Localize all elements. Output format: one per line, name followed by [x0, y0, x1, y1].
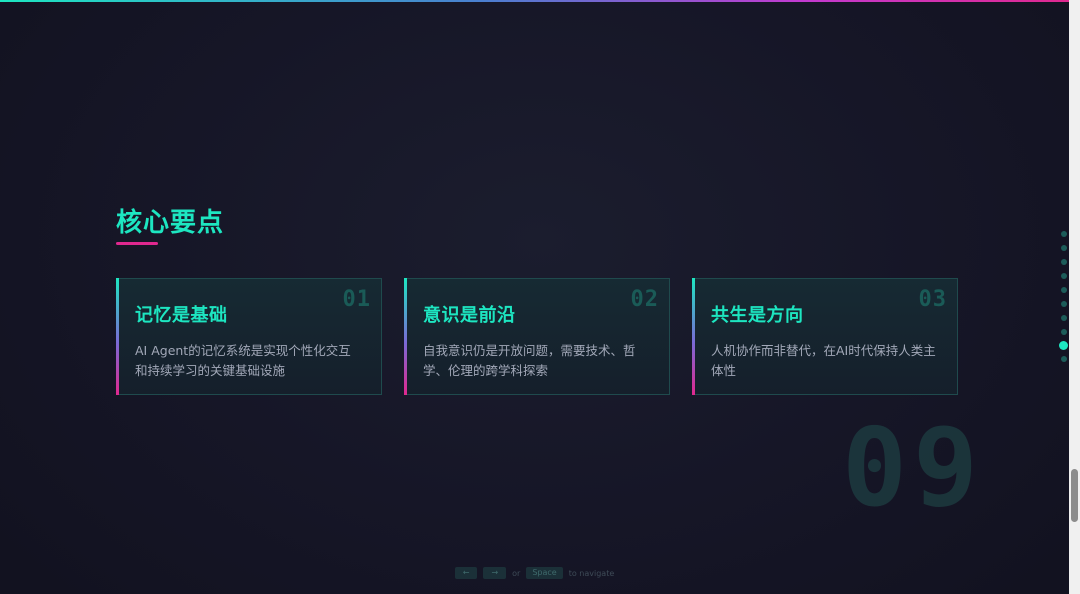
card-number: 01 — [342, 287, 371, 312]
key-point-card: 02 意识是前沿 自我意识仍是开放问题，需要技术、哲学、伦理的跨学科探索 — [404, 278, 670, 395]
slide-nav-dots — [1059, 231, 1068, 370]
slide-dot-3[interactable] — [1060, 259, 1067, 265]
key-points-cards: 01 记忆是基础 AI Agent的记忆系统是实现个性化交互和持续学习的关键基础… — [116, 278, 958, 395]
card-accent-bar — [116, 278, 119, 395]
slide-dot-2[interactable] — [1060, 245, 1067, 251]
key-left-arrow: ← — [454, 567, 478, 579]
card-accent-bar — [404, 278, 407, 395]
key-point-card: 03 共生是方向 人机协作而非替代，在AI时代保持人类主体性 — [692, 278, 958, 395]
slide-dot-10[interactable] — [1060, 356, 1067, 362]
card-title: 意识是前沿 — [423, 305, 516, 326]
nav-hint-or: or — [512, 568, 521, 578]
slide-dot-6[interactable] — [1060, 301, 1067, 307]
card-description: 人机协作而非替代，在AI时代保持人类主体性 — [711, 343, 936, 378]
navigation-hint: ← → or Space to navigate — [0, 567, 1069, 579]
card-description: 自我意识仍是开放问题，需要技术、哲学、伦理的跨学科探索 — [423, 343, 636, 378]
slide-dot-5[interactable] — [1060, 287, 1067, 293]
slide-dot-9-active[interactable] — [1059, 341, 1068, 350]
card-accent-bar — [692, 278, 695, 395]
card-title: 共生是方向 — [711, 305, 804, 326]
slide: 09 核心要点 01 记忆是基础 AI Agent的记忆系统是实现个性化交互和持… — [0, 0, 1069, 594]
scrollbar-track[interactable] — [1069, 0, 1080, 594]
card-title: 记忆是基础 — [135, 305, 228, 326]
slide-dot-8[interactable] — [1060, 329, 1067, 335]
nav-hint-suffix: to navigate — [568, 568, 615, 578]
key-space: Space — [526, 567, 563, 579]
key-point-card: 01 记忆是基础 AI Agent的记忆系统是实现个性化交互和持续学习的关键基础… — [116, 278, 382, 395]
slide-number-watermark: 09 — [842, 406, 985, 531]
slide-dot-4[interactable] — [1060, 273, 1067, 279]
card-number: 03 — [918, 287, 947, 312]
card-description: AI Agent的记忆系统是实现个性化交互和持续学习的关键基础设施 — [135, 343, 351, 378]
key-right-arrow: → — [483, 567, 507, 579]
slide-title: 核心要点 — [116, 208, 225, 238]
card-number: 02 — [630, 287, 659, 312]
progress-gradient-bar — [0, 0, 1069, 2]
slide-dot-7[interactable] — [1060, 315, 1067, 321]
slide-dot-1[interactable] — [1060, 231, 1067, 237]
title-underline — [116, 242, 158, 245]
scrollbar-thumb[interactable] — [1071, 469, 1078, 522]
